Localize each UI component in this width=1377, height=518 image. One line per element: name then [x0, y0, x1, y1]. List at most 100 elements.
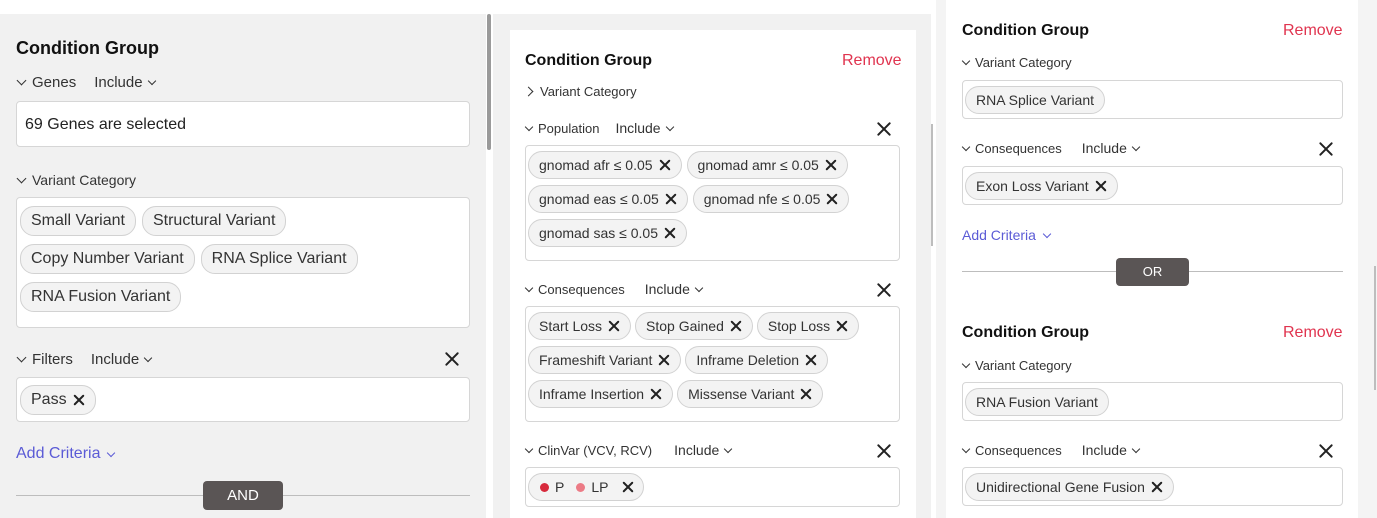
filters-field[interactable]: Pass [16, 377, 470, 422]
variant-category-field[interactable]: Small Variant Structural Variant Copy Nu… [16, 197, 470, 328]
close-icon[interactable] [836, 320, 848, 332]
variant-category-section-header[interactable]: Variant Category [16, 172, 136, 188]
chip-rna-fusion-variant[interactable]: RNA Fusion Variant [965, 388, 1109, 416]
chevron-down-icon [1131, 444, 1141, 453]
consequences-remove-icon[interactable] [1318, 443, 1334, 459]
genes-label: Genes [32, 74, 77, 91]
population-field[interactable]: gnomad afr ≤ 0.05 gnomad amr ≤ 0.05 gnom… [525, 145, 900, 261]
include-label: Include [615, 120, 661, 136]
consequences-include-dropdown[interactable]: Include [1082, 442, 1141, 458]
chip-gnomad-amr[interactable]: gnomad amr ≤ 0.05 [686, 151, 848, 179]
chevron-down-icon [147, 76, 156, 86]
close-icon[interactable] [665, 193, 677, 205]
chip-label: Frameshift Variant [539, 352, 653, 368]
chip-frameshift-variant[interactable]: Frameshift Variant [528, 346, 682, 374]
and-operator-button[interactable]: AND [203, 481, 283, 510]
close-icon[interactable] [825, 159, 837, 171]
genes-include-dropdown[interactable]: Include [94, 74, 156, 91]
close-icon[interactable] [608, 320, 620, 332]
consequences-include-dropdown[interactable]: Include [1082, 140, 1141, 156]
consequences-section-header[interactable]: Consequences Include [961, 442, 1141, 458]
chip-gnomad-eas[interactable]: gnomad eas ≤ 0.05 [528, 185, 688, 213]
chip-label: Stop Gained [646, 318, 724, 334]
chip-gnomad-sas[interactable]: gnomad sas ≤ 0.05 [528, 219, 687, 247]
chip-clinvar-significance[interactable]: P LP [528, 473, 645, 501]
filters-remove-icon[interactable] [444, 351, 460, 367]
consequences-remove-icon[interactable] [1318, 141, 1334, 157]
close-icon[interactable] [1151, 481, 1163, 493]
chip-stop-gained[interactable]: Stop Gained [635, 312, 753, 340]
consequences-label: Consequences [538, 281, 625, 297]
chip-stop-loss[interactable]: Stop Loss [756, 312, 860, 340]
remove-group-button[interactable]: Remove [1283, 324, 1343, 342]
condition-group-title: Condition Group [16, 38, 159, 58]
chip-label: Inframe Insertion [539, 386, 645, 402]
variant-category-label: Variant Category [975, 55, 1072, 70]
chip-unidirectional-gene-fusion[interactable]: Unidirectional Gene Fusion [965, 473, 1174, 501]
consequences-include-dropdown[interactable]: Include [645, 281, 704, 297]
chip-inframe-deletion[interactable]: Inframe Deletion [685, 346, 829, 374]
add-criteria-link[interactable]: Add Criteria [962, 227, 1052, 243]
chip-rna-fusion-variant[interactable]: RNA Fusion Variant [20, 282, 182, 312]
add-criteria-link[interactable]: Add Criteria [16, 445, 116, 463]
clinvar-include-dropdown[interactable]: Include [674, 442, 733, 458]
close-icon[interactable] [650, 388, 662, 400]
filters-section-header[interactable]: Filters Include [16, 351, 153, 368]
chip-small-variant[interactable]: Small Variant [20, 206, 136, 236]
middle-scrollbar-thumb[interactable] [931, 124, 933, 246]
chevron-down-icon [961, 359, 971, 369]
close-icon[interactable] [664, 227, 676, 239]
chip-structural-variant[interactable]: Structural Variant [141, 206, 287, 236]
variant-category-section-header[interactable]: Variant Category [961, 55, 1072, 70]
left-scrollbar-thumb[interactable] [487, 14, 491, 150]
chip-label: Pass [31, 391, 67, 408]
right-scrollbar-thumb[interactable] [1374, 266, 1376, 390]
filters-include-dropdown[interactable]: Include [91, 351, 153, 368]
variant-category-field[interactable]: RNA Fusion Variant [962, 382, 1343, 421]
chip-gnomad-nfe[interactable]: gnomad nfe ≤ 0.05 [692, 185, 850, 213]
add-criteria-label: Add Criteria [16, 445, 101, 462]
clinvar-field[interactable]: P LP [525, 467, 900, 507]
include-label: Include [94, 74, 143, 91]
variant-category-section-header[interactable]: Variant Category [523, 84, 637, 99]
close-icon[interactable] [659, 159, 671, 171]
chip-rna-splice-variant[interactable]: RNA Splice Variant [965, 86, 1106, 114]
genes-section-header[interactable]: Genes Include [16, 74, 156, 91]
genes-selection-field[interactable]: 69 Genes are selected [16, 101, 470, 147]
consequences-field[interactable]: Exon Loss Variant [962, 166, 1343, 205]
close-icon[interactable] [805, 354, 817, 366]
chevron-down-icon [961, 56, 971, 66]
chip-rna-splice-variant[interactable]: RNA Splice Variant [200, 244, 358, 274]
population-section-header[interactable]: Population Include [524, 120, 674, 136]
close-icon[interactable] [730, 320, 742, 332]
variant-category-field[interactable]: RNA Splice Variant [962, 80, 1343, 119]
chip-pass[interactable]: Pass [20, 385, 96, 415]
chip-missense-variant[interactable]: Missense Variant [677, 380, 824, 408]
close-icon[interactable] [73, 394, 85, 406]
chip-inframe-insertion[interactable]: Inframe Insertion [528, 380, 674, 408]
chip-exon-loss-variant[interactable]: Exon Loss Variant [965, 172, 1118, 200]
chip-copy-number-variant[interactable]: Copy Number Variant [20, 244, 195, 274]
consequences-section-header[interactable]: Consequences Include [524, 281, 704, 297]
close-icon[interactable] [826, 193, 838, 205]
consequences-section-header[interactable]: Consequences Include [961, 140, 1141, 156]
variant-category-label: Variant Category [975, 358, 1072, 373]
population-remove-icon[interactable] [876, 121, 892, 137]
chip-start-loss[interactable]: Start Loss [528, 312, 632, 340]
clinvar-remove-icon[interactable] [876, 443, 892, 459]
close-icon[interactable] [1095, 180, 1107, 192]
variant-category-section-header[interactable]: Variant Category [961, 358, 1072, 373]
consequences-remove-icon[interactable] [876, 282, 892, 298]
close-icon[interactable] [658, 354, 670, 366]
remove-group-button[interactable]: Remove [1283, 22, 1343, 40]
chip-label: gnomad sas ≤ 0.05 [539, 225, 658, 241]
chip-gnomad-afr[interactable]: gnomad afr ≤ 0.05 [528, 151, 682, 179]
remove-group-button[interactable]: Remove [842, 52, 902, 70]
consequences-field[interactable]: Start Loss Stop Gained Stop Loss Framesh… [525, 306, 900, 422]
consequences-field[interactable]: Unidirectional Gene Fusion [962, 467, 1343, 506]
clinvar-section-header[interactable]: ClinVar (VCV, RCV) Include [524, 442, 733, 458]
or-operator-button[interactable]: OR [1116, 258, 1189, 286]
close-icon[interactable] [800, 388, 812, 400]
population-include-dropdown[interactable]: Include [615, 120, 674, 136]
close-icon[interactable] [622, 481, 634, 493]
